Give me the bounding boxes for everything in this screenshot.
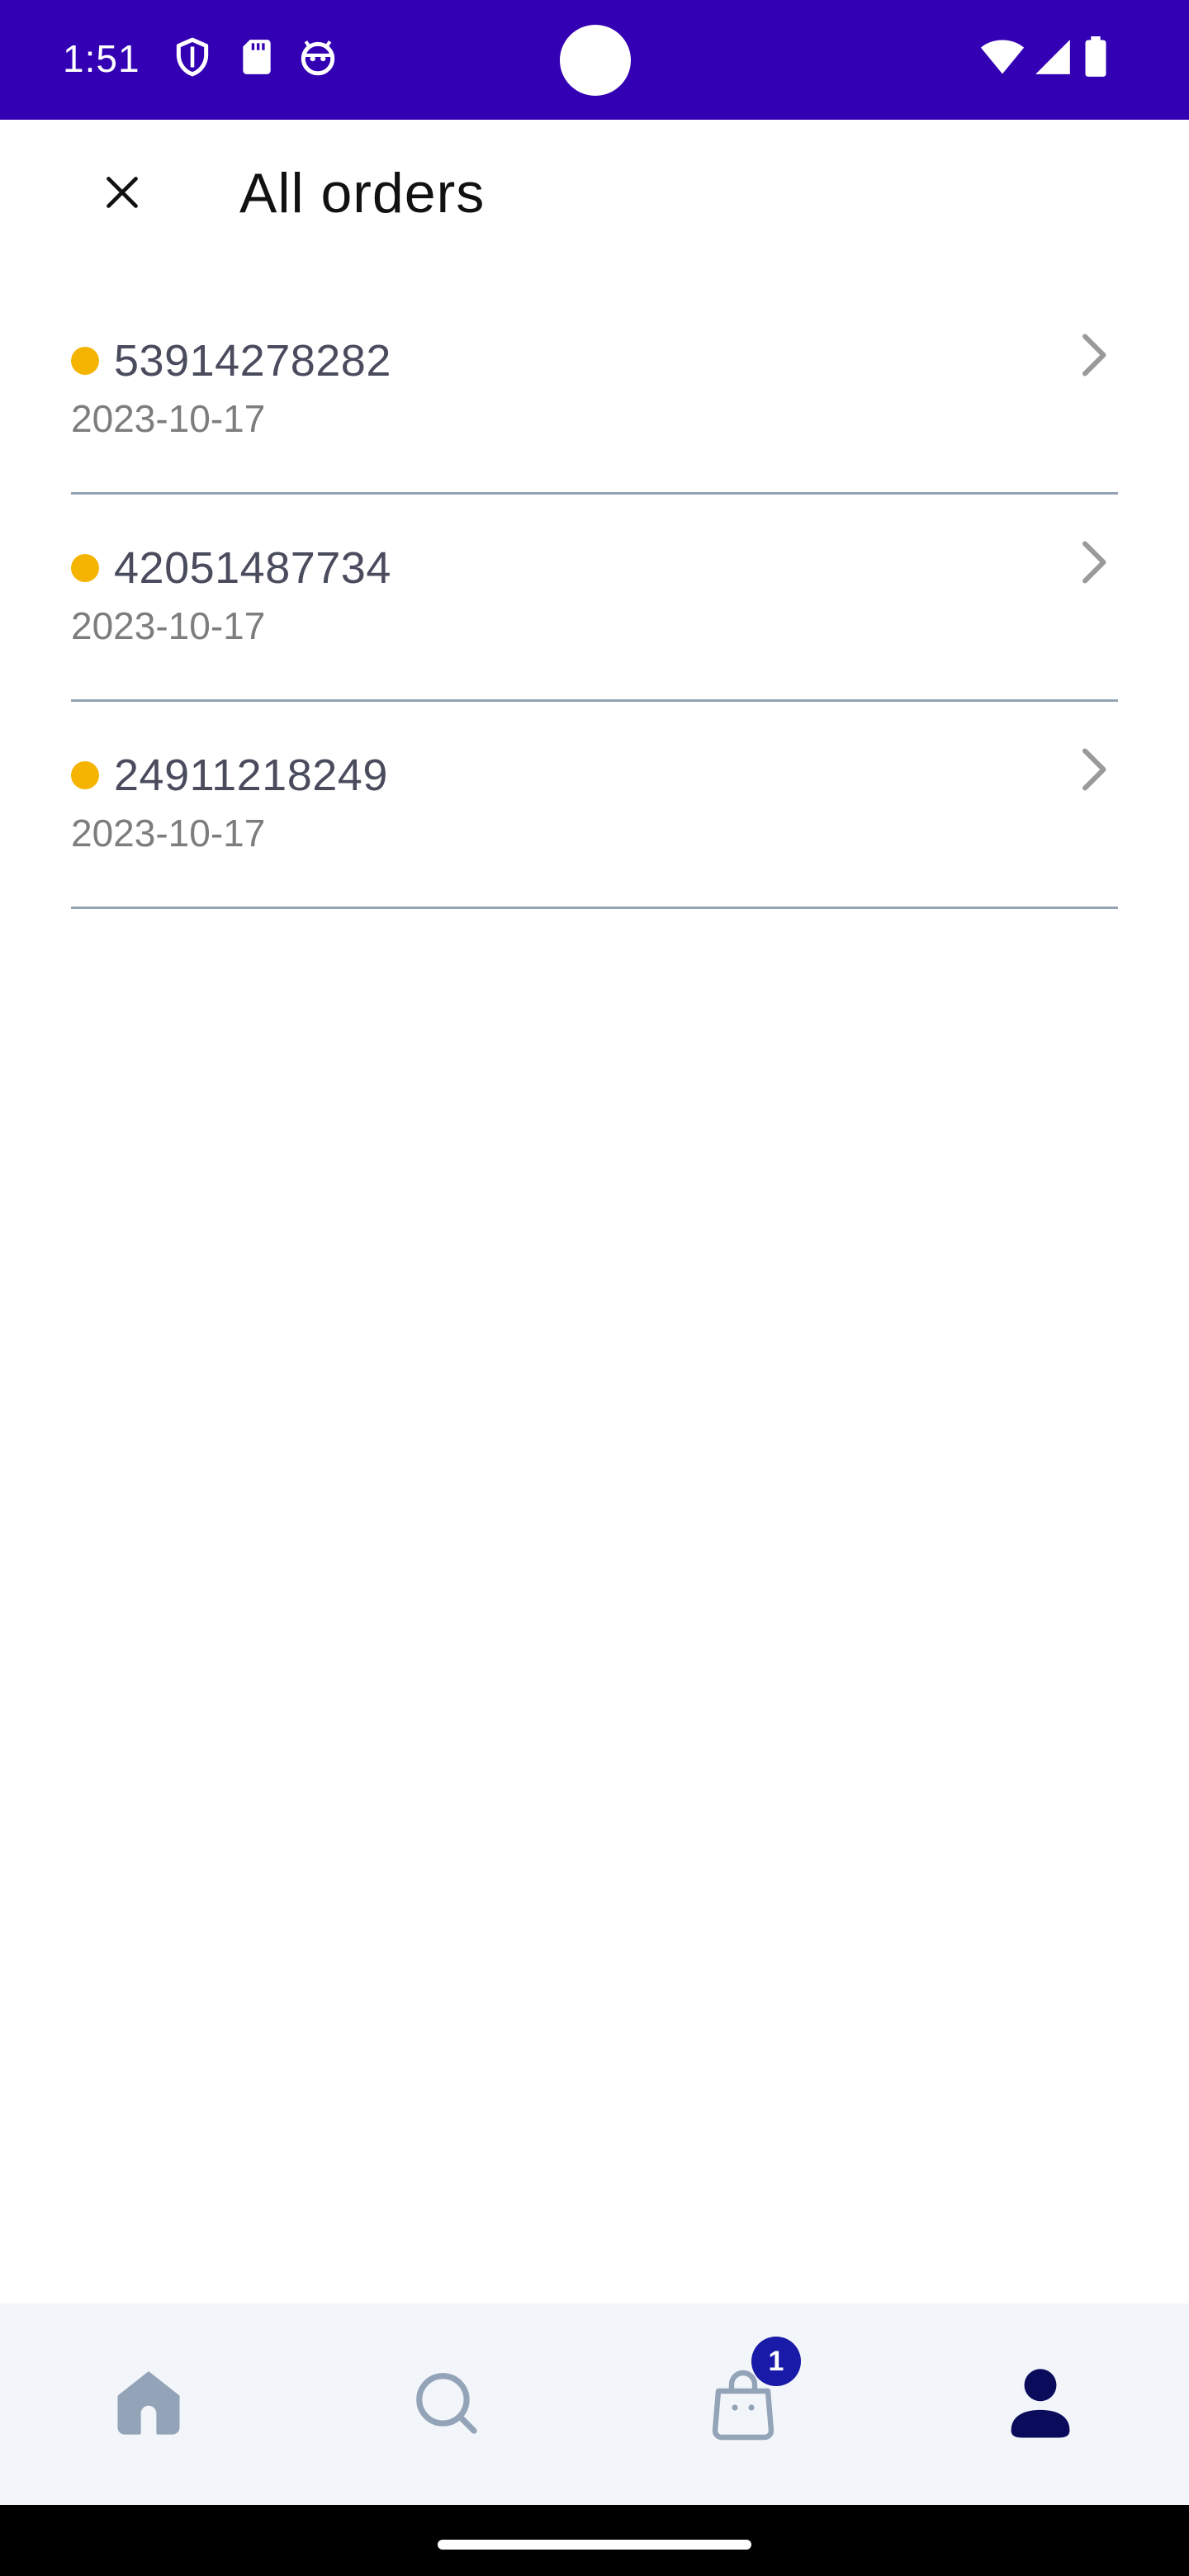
order-row[interactable]: 24911218249 2023-10-17 bbox=[71, 702, 1118, 909]
order-date: 2023-10-17 bbox=[71, 604, 266, 647]
gesture-navigation-bar bbox=[0, 2505, 1189, 2576]
nav-search[interactable] bbox=[297, 2304, 594, 2505]
top-app-bar: All orders bbox=[0, 120, 1189, 268]
android-face-icon bbox=[297, 36, 339, 78]
screen: 1:51 All orders 53914278282 2023-10-17 4… bbox=[0, 0, 1189, 2576]
order-status-dot bbox=[71, 761, 99, 789]
cart-icon-wrapper: 1 bbox=[703, 2337, 801, 2447]
order-date: 2023-10-17 bbox=[71, 397, 266, 440]
cart-count-badge: 1 bbox=[751, 2337, 801, 2386]
order-number: 42051487734 bbox=[114, 543, 391, 593]
home-gesture-handle[interactable] bbox=[438, 2540, 751, 2550]
chevron-right-icon bbox=[1068, 329, 1118, 381]
user-icon bbox=[1005, 2365, 1076, 2445]
order-date: 2023-10-17 bbox=[71, 812, 266, 855]
order-row[interactable]: 42051487734 2023-10-17 bbox=[71, 495, 1118, 702]
close-icon bbox=[104, 174, 140, 215]
close-button[interactable] bbox=[81, 153, 163, 235]
search-icon bbox=[410, 2367, 481, 2442]
shopping-bag-icon bbox=[703, 2370, 783, 2447]
nav-home[interactable] bbox=[0, 2304, 297, 2505]
status-bar: 1:51 bbox=[0, 0, 1189, 120]
page-title: All orders bbox=[239, 162, 486, 225]
order-status-dot bbox=[71, 554, 99, 582]
sd-card-icon bbox=[236, 36, 277, 78]
order-number: 24911218249 bbox=[114, 751, 388, 800]
nav-cart[interactable]: 1 bbox=[594, 2304, 892, 2505]
home-icon bbox=[111, 2365, 186, 2444]
bottom-navigation: 1 bbox=[0, 2304, 1189, 2505]
order-status-dot bbox=[71, 347, 99, 375]
order-row[interactable]: 53914278282 2023-10-17 bbox=[71, 287, 1118, 495]
order-number: 53914278282 bbox=[114, 336, 391, 386]
cellular-signal-icon bbox=[1032, 36, 1073, 78]
chevron-right-icon bbox=[1068, 536, 1118, 589]
wifi-icon bbox=[979, 36, 1026, 78]
chevron-right-icon bbox=[1068, 743, 1118, 796]
camera-cutout bbox=[560, 25, 631, 96]
orders-list: 53914278282 2023-10-17 42051487734 2023-… bbox=[71, 287, 1118, 909]
status-time: 1:51 bbox=[63, 37, 140, 80]
nav-profile[interactable] bbox=[892, 2304, 1189, 2505]
shield-icon bbox=[172, 36, 213, 78]
battery-icon bbox=[1083, 36, 1108, 78]
